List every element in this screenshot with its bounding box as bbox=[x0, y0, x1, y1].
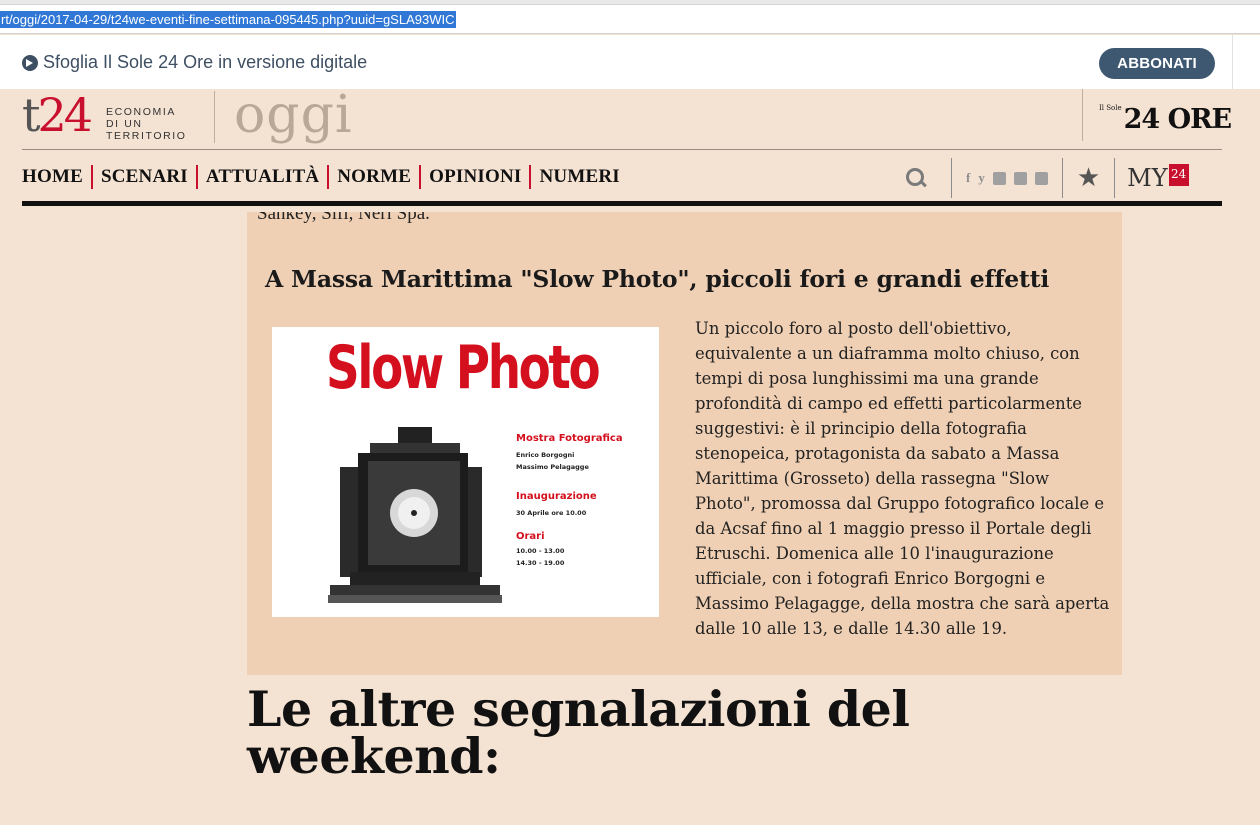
masthead-rule bbox=[22, 149, 1222, 150]
masthead-divider bbox=[214, 91, 215, 143]
browser-address-bar[interactable]: rt/oggi/2017-04-29/t24we-eventi-fine-set… bbox=[0, 0, 1260, 34]
address-url-text[interactable]: rt/oggi/2017-04-29/t24we-eventi-fine-set… bbox=[0, 11, 457, 28]
sfoglia-label: Sfoglia Il Sole 24 Ore in versione digit… bbox=[43, 52, 368, 72]
nav-item-home[interactable]: HOME bbox=[22, 165, 91, 189]
poster-author-1: Enrico Borgogni bbox=[516, 451, 575, 459]
article-title: A Massa Marittima "Slow Photo", piccoli … bbox=[265, 265, 1050, 293]
twitter-icon[interactable]: y bbox=[978, 170, 985, 186]
poster-date: 30 Aprile ore 10.00 bbox=[516, 509, 587, 517]
article-box: Sankey, Sifi, Neri Spa. A Massa Marittim… bbox=[247, 212, 1122, 675]
poster-inaugurazione-label: Inaugurazione bbox=[516, 491, 597, 502]
article-body: Un piccolo foro al posto dell'obiettivo,… bbox=[695, 319, 1110, 638]
slow-photo-poster: Slow Photo Mostra Fotografica Enrico Bor… bbox=[272, 327, 659, 617]
facebook-icon[interactable]: f bbox=[966, 170, 970, 186]
masthead: t24 ECONOMIA DI UN TERRITORIO oggi Il So… bbox=[0, 85, 1260, 151]
poster-mostra-label: Mostra Fotografica bbox=[516, 433, 623, 444]
subscribe-button[interactable]: ABBONATI bbox=[1099, 48, 1215, 79]
poster-title: Slow Photo bbox=[326, 333, 601, 403]
main-nav: HOME SCENARI ATTUALITÀ NORME OPINIONI NU… bbox=[22, 160, 628, 194]
poster-hours-2: 14.30 - 19.00 bbox=[516, 559, 565, 567]
large-format-camera-icon bbox=[328, 427, 502, 603]
sfoglia-digital-link[interactable]: Sfoglia Il Sole 24 Ore in versione digit… bbox=[22, 52, 367, 73]
nav-divider bbox=[1114, 158, 1116, 198]
nav-item-opinioni[interactable]: OPINIONI bbox=[419, 165, 529, 189]
nav-item-norme[interactable]: NORME bbox=[327, 165, 419, 189]
t24-logo-subtitle: ECONOMIA DI UN TERRITORIO bbox=[106, 106, 187, 142]
poster-orari-label: Orari bbox=[516, 531, 545, 542]
t24-logo[interactable]: t24 bbox=[22, 91, 93, 139]
browser-tab-strip bbox=[0, 0, 1260, 5]
linkedin-icon[interactable] bbox=[992, 171, 1006, 185]
previous-article-tail: Sankey, Sifi, Neri Spa. bbox=[257, 212, 430, 224]
nav-item-attualita[interactable]: ATTUALITÀ bbox=[195, 165, 327, 189]
poster-author-2: Massimo Pelagagge bbox=[516, 463, 589, 471]
rss-icon[interactable] bbox=[1013, 171, 1027, 185]
nav-item-scenari[interactable]: SCENARI bbox=[90, 165, 196, 189]
nav-divider bbox=[1061, 158, 1063, 198]
star-icon[interactable]: ★ bbox=[1077, 163, 1100, 193]
search-icon[interactable] bbox=[905, 167, 927, 189]
nav-divider bbox=[951, 158, 952, 198]
nav-item-numeri[interactable]: NUMERI bbox=[529, 165, 627, 189]
nav-tools: f y ★ MY 24 bbox=[905, 158, 1189, 198]
sole24ore-logo[interactable]: Il Sole24 ORE bbox=[1099, 104, 1232, 135]
my24-button[interactable]: MY 24 bbox=[1127, 164, 1189, 192]
scrollbar-track[interactable] bbox=[1232, 35, 1260, 89]
nav-rule bbox=[22, 201, 1222, 206]
circle-arrow-right-icon bbox=[22, 54, 38, 71]
section-name-oggi[interactable]: oggi bbox=[234, 85, 353, 145]
masthead-divider-right bbox=[1082, 89, 1083, 141]
print-icon[interactable] bbox=[1034, 171, 1048, 185]
other-weekend-events-heading: Le altre segnalazioni del weekend: bbox=[247, 680, 910, 785]
digital-edition-banner: Sfoglia Il Sole 24 Ore in versione digit… bbox=[0, 35, 1260, 89]
poster-hours-1: 10.00 - 13.00 bbox=[516, 547, 565, 555]
